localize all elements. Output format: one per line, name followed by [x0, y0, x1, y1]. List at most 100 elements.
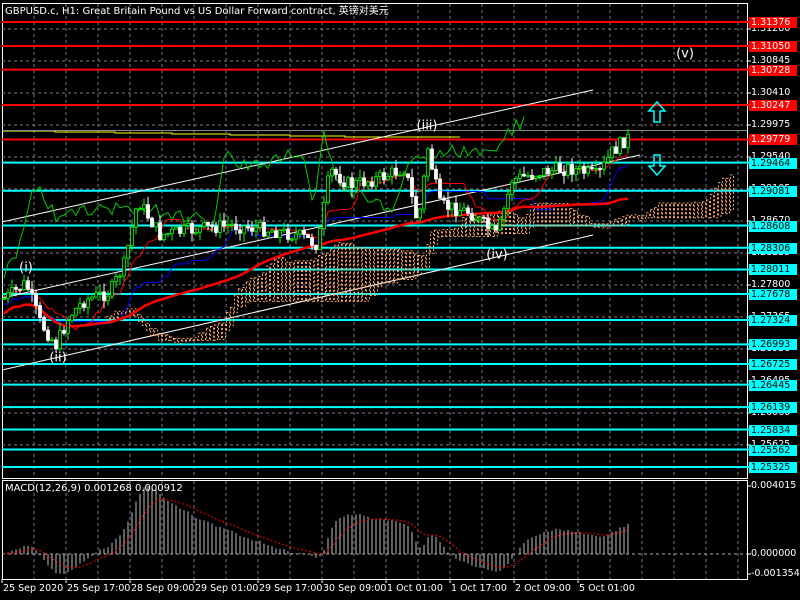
- cloud-segment: [258, 276, 262, 302]
- candle-body: [558, 162, 562, 173]
- support-price-label: 1.29081: [749, 185, 797, 197]
- cloud-segment: [150, 328, 154, 337]
- cloud-segment: [514, 213, 518, 235]
- candle-body: [174, 226, 178, 230]
- cloud-segment: [302, 260, 306, 302]
- candle-body: [350, 177, 354, 189]
- channel-line: [1, 89, 594, 223]
- cloud-segment: [702, 201, 706, 219]
- cloud-segment: [198, 332, 202, 341]
- cloud-segment: [450, 229, 454, 238]
- cloud-segment: [630, 214, 634, 219]
- candle-body: [590, 167, 594, 169]
- candle-body: [322, 201, 326, 230]
- candle-body: [54, 339, 58, 350]
- candle-body: [30, 289, 34, 294]
- candle-body: [302, 229, 306, 235]
- cloud-segment: [374, 247, 378, 296]
- candle-body: [158, 222, 162, 241]
- candle-body: [370, 181, 374, 187]
- candle-body: [214, 226, 218, 233]
- yellow-trend-line: [2, 130, 460, 138]
- cloud-segment: [418, 254, 422, 276]
- candle-body: [162, 233, 166, 241]
- candle-body: [338, 173, 342, 184]
- cloud-segment: [314, 258, 318, 302]
- cloud-segment: [574, 210, 578, 227]
- candle-body: [378, 172, 382, 178]
- cloud-segment: [726, 177, 730, 215]
- wave-label: (iv): [486, 247, 508, 263]
- candle-body: [618, 137, 622, 154]
- cloud-segment: [206, 327, 210, 341]
- candle-body: [42, 317, 46, 331]
- cloud-segment: [658, 202, 662, 219]
- cloud-segment: [682, 202, 686, 219]
- cloud-segment: [378, 247, 382, 288]
- resistance-price-label: 1.29779: [749, 134, 797, 146]
- candle-body: [582, 165, 586, 174]
- candle-body: [254, 227, 258, 232]
- candle-body: [562, 171, 566, 176]
- candle-body: [574, 168, 578, 175]
- candle-body: [334, 168, 338, 175]
- candle-body: [82, 303, 86, 308]
- candle-body: [170, 228, 174, 234]
- candle-body: [138, 208, 142, 211]
- cloud-segment: [510, 210, 514, 235]
- candle-body: [402, 173, 406, 176]
- candle-body: [202, 222, 206, 228]
- candle-body: [374, 176, 378, 187]
- candle-body: [182, 225, 186, 234]
- candle-body: [438, 178, 442, 199]
- resistance-price-label: 1.31050: [749, 40, 797, 52]
- support-price-label: 1.26445: [749, 379, 797, 391]
- cloud-segment: [350, 242, 354, 302]
- candle-body: [570, 164, 574, 175]
- candle-body: [98, 291, 102, 294]
- candle-body: [62, 330, 66, 334]
- cloud-segment: [386, 248, 390, 284]
- candle-body: [134, 208, 138, 228]
- candle-body: [210, 224, 214, 227]
- candle-body: [498, 218, 502, 231]
- candle-body: [362, 177, 366, 187]
- time-axis-label: 30 Sep 09:00: [323, 583, 387, 594]
- cloud-segment: [186, 337, 190, 342]
- cloud-segment: [442, 229, 446, 238]
- candle-body: [22, 280, 26, 291]
- cloud-segment: [706, 199, 710, 219]
- cloud-segment: [170, 336, 174, 341]
- candle-body: [466, 207, 470, 214]
- candle-body: [514, 177, 518, 183]
- candle-body: [390, 167, 394, 177]
- cloud-segment: [382, 248, 386, 284]
- candle-body: [602, 161, 606, 170]
- price-chart[interactable]: [0, 0, 800, 600]
- candle-body: [386, 175, 390, 181]
- wave-label: (ii): [49, 350, 67, 366]
- candle-body: [394, 167, 398, 176]
- cloud-segment: [406, 250, 410, 281]
- cloud-segment: [294, 260, 298, 302]
- candle-body: [418, 208, 422, 219]
- wave-label: (i): [19, 260, 33, 276]
- cloud-segment: [446, 229, 450, 238]
- cloud-segment: [394, 248, 398, 284]
- candle-body: [554, 162, 558, 171]
- candle-body: [298, 229, 302, 235]
- candle-body: [230, 223, 234, 226]
- cloud-segment: [646, 212, 650, 219]
- cloud-segment: [526, 214, 530, 235]
- candle-body: [458, 210, 462, 217]
- cloud-segment: [654, 207, 658, 219]
- time-axis-label: 2 Oct 09:00: [515, 583, 571, 594]
- cloud-segment: [662, 202, 666, 219]
- support-price-label: 1.25834: [749, 424, 797, 436]
- candle-body: [270, 230, 274, 233]
- cloud-segment: [194, 337, 198, 341]
- candle-body: [58, 330, 62, 350]
- cloud-segment: [262, 272, 266, 302]
- candle-body: [266, 231, 270, 237]
- candle-body: [406, 173, 410, 178]
